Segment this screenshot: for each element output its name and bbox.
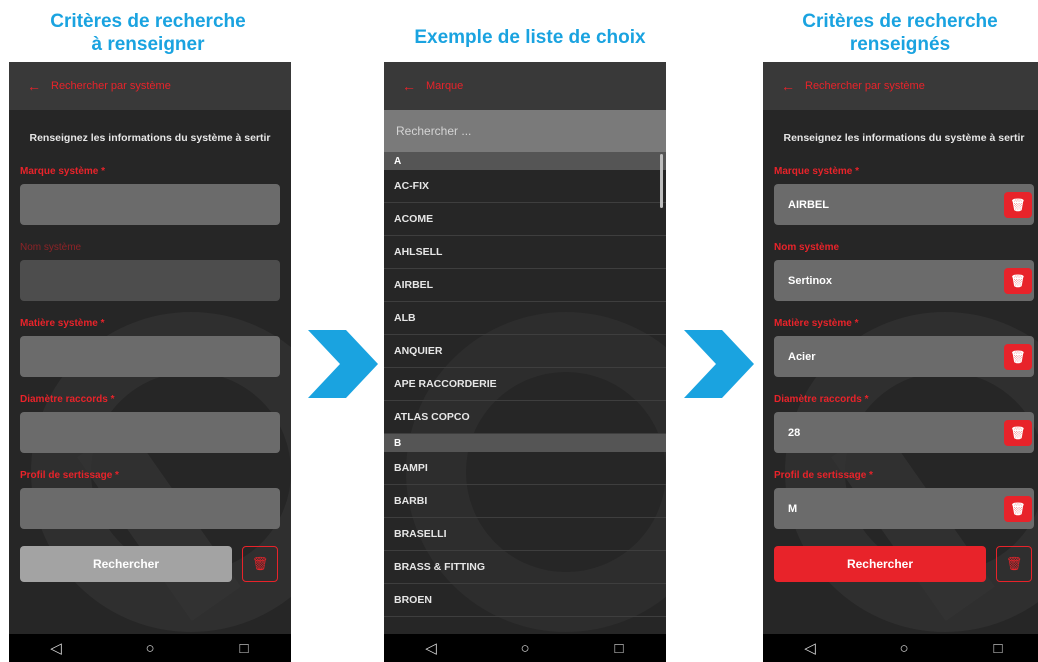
field-value: 28: [788, 426, 801, 439]
square-recent-icon[interactable]: □: [589, 640, 649, 657]
brand-field[interactable]: AIRBEL 🗑: [774, 184, 1034, 225]
trash-icon[interactable]: 🗑: [1004, 192, 1032, 218]
diameter-field[interactable]: 28 🗑: [774, 412, 1034, 453]
circle-home-icon[interactable]: ○: [120, 640, 180, 657]
list-item[interactable]: ANQUIER: [384, 335, 666, 368]
list-item[interactable]: BRASS & FITTING: [384, 551, 666, 584]
brand-field[interactable]: [20, 184, 280, 225]
app-bar: ← Marque: [384, 62, 666, 110]
profile-label: Profil de sertissage *: [774, 470, 873, 481]
list-item[interactable]: AHLSELL: [384, 236, 666, 269]
diameter-label: Diamètre raccords *: [20, 394, 115, 405]
search-form: Renseignez les informations du système à…: [9, 110, 291, 582]
form-actions: Rechercher 🗑: [20, 546, 280, 582]
triangle-back-icon[interactable]: ◁: [26, 639, 86, 657]
name-label: Nom système: [20, 242, 82, 253]
trash-icon[interactable]: 🗑: [1004, 496, 1032, 522]
trash-icon[interactable]: 🗑: [1004, 268, 1032, 294]
list-item[interactable]: BROEN: [384, 584, 666, 617]
left-screen: ← Rechercher par système Renseignez les …: [9, 62, 291, 662]
search-button[interactable]: Rechercher: [774, 546, 986, 582]
arrow-left-icon[interactable]: ←: [781, 78, 795, 94]
middle-screen: ← Marque Rechercher ... A AC-FIX ACOME AHLS…: [384, 62, 666, 662]
name-field[interactable]: [20, 260, 280, 301]
list-item[interactable]: AC-FIX: [384, 170, 666, 203]
field-value: AIRBEL: [788, 198, 829, 211]
triangle-back-icon[interactable]: ◁: [401, 639, 461, 657]
scrollbar[interactable]: [660, 154, 663, 208]
square-recent-icon[interactable]: □: [214, 640, 274, 657]
search-input[interactable]: Rechercher ...: [384, 110, 666, 152]
trash-icon[interactable]: 🗑: [1004, 344, 1032, 370]
caption-middle: Exemple de liste de choix: [414, 27, 646, 48]
circle-home-icon[interactable]: ○: [495, 640, 555, 657]
material-label: Matière système *: [774, 318, 859, 329]
profile-field[interactable]: M 🗑: [774, 488, 1034, 529]
section-header: A: [384, 152, 666, 170]
brand-list: A AC-FIX ACOME AHLSELL AIRBEL ALB ANQUIER APE R…: [384, 152, 666, 617]
form-actions: Rechercher 🗑: [774, 546, 1034, 582]
brand-label: Marque système *: [20, 166, 106, 177]
form-intro: Renseignez les informations du système à…: [29, 132, 271, 144]
app-bar-title: Rechercher par système: [805, 80, 925, 92]
search-button[interactable]: Rechercher: [20, 546, 232, 582]
arrow-left-icon[interactable]: ←: [402, 78, 416, 94]
list-item[interactable]: APE RACCORDERIE: [384, 368, 666, 401]
app-bar-title: Rechercher par système: [51, 80, 171, 92]
app-bar: ← Rechercher par système: [9, 62, 291, 110]
app-bar: ← Rechercher par système: [763, 62, 1038, 110]
android-nav-bar: ◁ ○ □: [9, 634, 291, 662]
list-item[interactable]: AIRBEL: [384, 269, 666, 302]
trash-icon[interactable]: 🗑: [242, 546, 278, 582]
profile-field[interactable]: [20, 488, 280, 529]
name-label: Nom système: [774, 242, 840, 253]
chevron-right-icon: [308, 330, 378, 398]
trash-icon[interactable]: 🗑: [996, 546, 1032, 582]
caption-right: Critères de recherche renseignés: [802, 11, 998, 55]
list-item[interactable]: ALB: [384, 302, 666, 335]
material-field[interactable]: [20, 336, 280, 377]
caption-left: Critères de recherche à renseigner: [50, 11, 246, 55]
list-item[interactable]: BRASELLI: [384, 518, 666, 551]
circle-home-icon[interactable]: ○: [874, 640, 934, 657]
triangle-back-icon[interactable]: ◁: [780, 639, 840, 657]
name-field[interactable]: Sertinox 🗑: [774, 260, 1034, 301]
app-bar-title: Marque: [426, 80, 464, 92]
chevron-right-icon: [684, 330, 754, 398]
field-value: M: [788, 502, 798, 515]
brand-label: Marque système *: [774, 166, 860, 177]
diameter-label: Diamètre raccords *: [774, 394, 869, 405]
list-item[interactable]: ATLAS COPCO: [384, 401, 666, 434]
list-item[interactable]: BARBI: [384, 485, 666, 518]
diameter-field[interactable]: [20, 412, 280, 453]
section-header: B: [384, 434, 666, 452]
square-recent-icon[interactable]: □: [968, 640, 1028, 657]
field-value: Sertinox: [788, 274, 833, 287]
list-item[interactable]: ACOME: [384, 203, 666, 236]
form-intro: Renseignez les informations du système à…: [783, 132, 1025, 144]
material-field[interactable]: Acier 🗑: [774, 336, 1034, 377]
arrow-left-icon[interactable]: ←: [27, 78, 41, 94]
android-nav-bar: ◁ ○ □: [763, 634, 1038, 662]
list-item[interactable]: BAMPI: [384, 452, 666, 485]
search-form: Renseignez les informations du système à…: [763, 110, 1038, 582]
trash-icon[interactable]: 🗑: [1004, 420, 1032, 446]
field-value: Acier: [788, 350, 816, 363]
material-label: Matière système *: [20, 318, 105, 329]
right-screen: ← Rechercher par système Renseignez les …: [763, 62, 1038, 662]
profile-label: Profil de sertissage *: [20, 470, 119, 481]
android-nav-bar: ◁ ○ □: [384, 634, 666, 662]
